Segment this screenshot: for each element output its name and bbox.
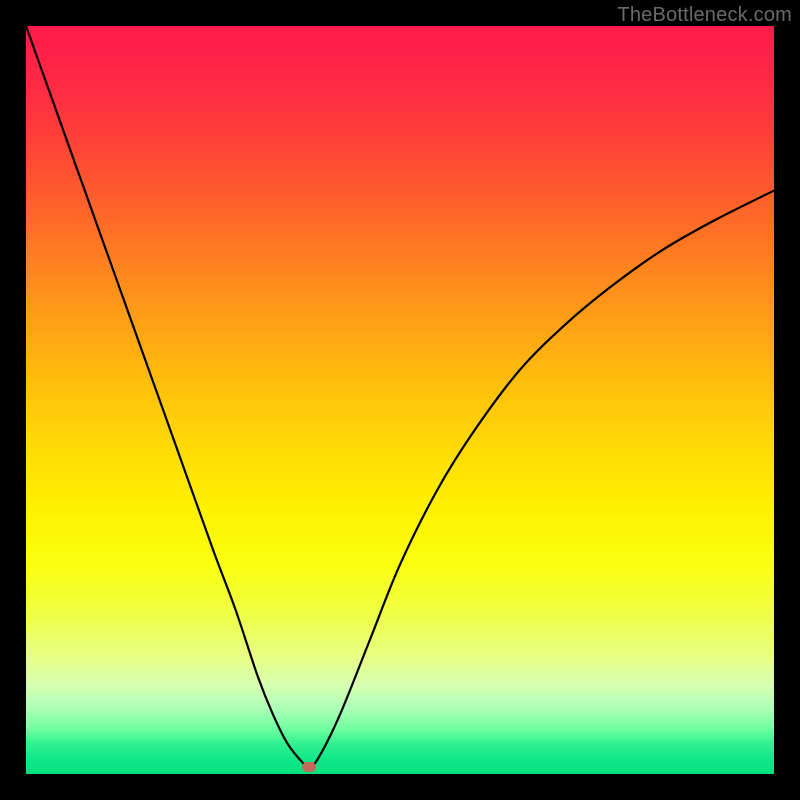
minimum-marker [302,762,316,772]
plot-area [26,26,774,774]
curve-svg [26,26,774,774]
watermark-text: TheBottleneck.com [617,4,792,27]
bottleneck-curve [26,26,774,767]
